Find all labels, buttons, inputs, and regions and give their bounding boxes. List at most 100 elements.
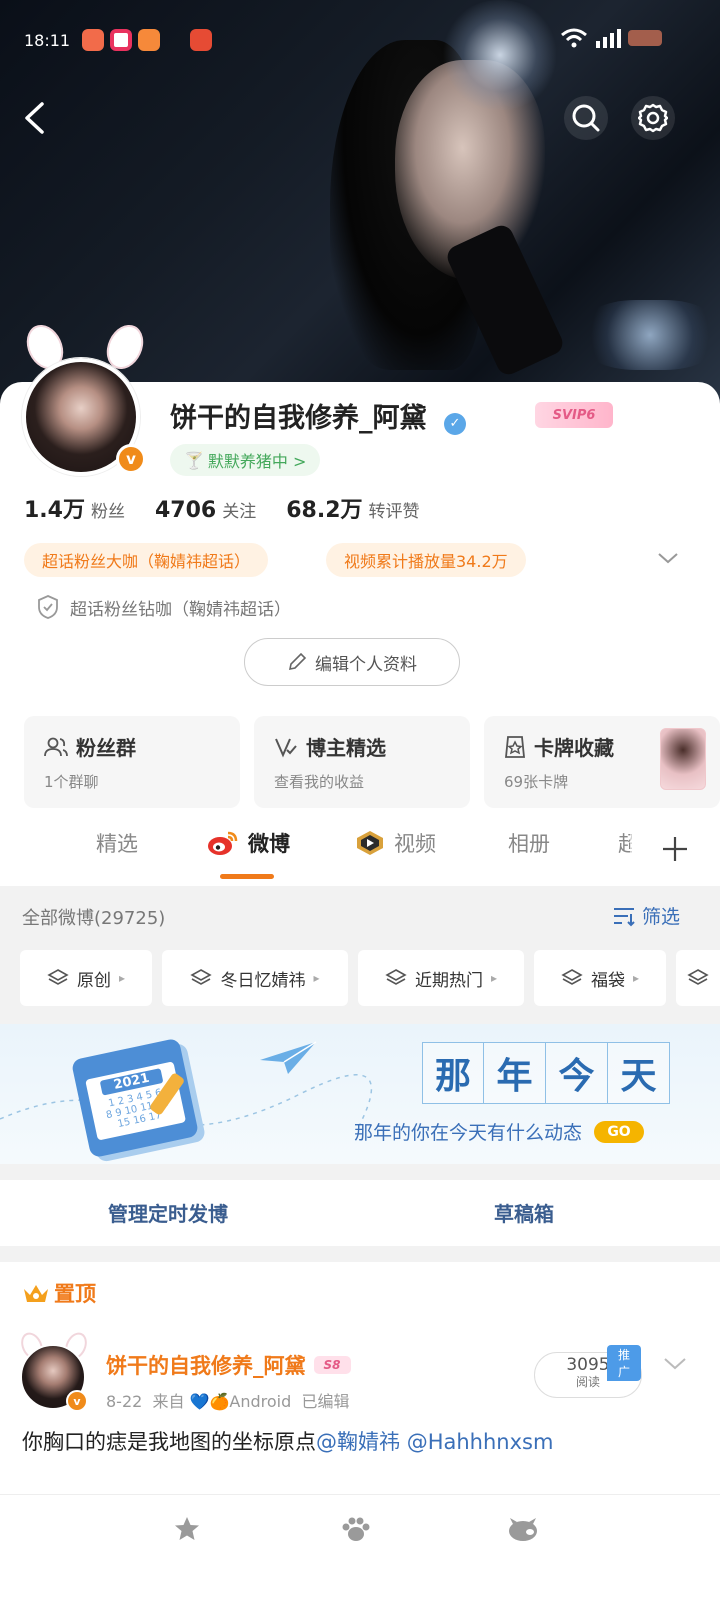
stat-reposts[interactable]: 68.2万 转评赞 bbox=[286, 492, 419, 524]
wifi-icon bbox=[561, 28, 587, 48]
post-author-row: 饼干的自我修养_阿黛 S8 bbox=[106, 1350, 351, 1380]
caret-right-icon: ▸ bbox=[313, 971, 320, 985]
stat-value: 1.4万 bbox=[24, 498, 85, 523]
avatar[interactable]: v bbox=[19, 318, 152, 478]
stat-label: 粉丝 bbox=[90, 502, 125, 522]
title-char: 今 bbox=[546, 1042, 608, 1104]
chip-more[interactable] bbox=[676, 950, 720, 1006]
v-select-icon bbox=[275, 738, 297, 757]
add-tab-button[interactable] bbox=[630, 818, 720, 880]
on-this-day-title: 那 年 今 天 bbox=[422, 1042, 670, 1104]
weibo-logo-icon bbox=[208, 831, 238, 855]
go-button[interactable]: GO bbox=[594, 1120, 645, 1143]
pig-reaction-button[interactable] bbox=[506, 1516, 540, 1548]
honor-line[interactable]: 超话粉丝钻咖（鞠婧祎超话） bbox=[36, 594, 291, 620]
stat-value: 68.2万 bbox=[286, 498, 363, 523]
chip-lucky-bag[interactable]: 福袋 ▸ bbox=[534, 950, 666, 1006]
caret-right-icon: ▸ bbox=[490, 971, 498, 985]
mention-link[interactable]: @鞠婧祎 bbox=[316, 1430, 400, 1454]
layers-icon bbox=[561, 969, 583, 985]
status-tag-pill[interactable]: 🍸 默默养猪中 > bbox=[170, 444, 321, 476]
paw-reaction-button[interactable] bbox=[340, 1514, 372, 1548]
layers-icon bbox=[190, 969, 213, 985]
filter-label: 筛选 bbox=[642, 906, 681, 928]
card-thumbnail bbox=[660, 728, 706, 790]
stat-label: 关注 bbox=[222, 502, 257, 522]
tile-blogger-select[interactable]: 博主精选 查看我的收益 bbox=[254, 716, 470, 808]
on-this-day-banner[interactable]: 2021 1 2 3 4 5 68 9 10 11 12 15 16 17 那 年… bbox=[0, 1024, 720, 1164]
tab-album[interactable]: 相册 bbox=[508, 828, 550, 858]
expand-honors-button[interactable] bbox=[656, 550, 680, 570]
plus-icon bbox=[663, 837, 687, 861]
post-text: 你胸口的痣是我地图的坐标原点@鞠婧祎 @Hahhhnxsm bbox=[22, 1426, 553, 1456]
chip-topic[interactable]: 冬日忆婧祎 ▸ bbox=[162, 950, 348, 1006]
verified-orange-icon: v bbox=[66, 1390, 88, 1412]
pig-icon bbox=[509, 1518, 537, 1541]
post-author[interactable]: 饼干的自我修养_阿黛 bbox=[106, 1350, 306, 1380]
post-text-plain: 你胸口的痣是我地图的坐标原点 bbox=[22, 1430, 316, 1454]
honor-line-text: 超话粉丝钻咖（鞠婧祎超话） bbox=[70, 599, 291, 620]
pencil-icon bbox=[288, 652, 307, 671]
tab-video[interactable]: 视频 bbox=[354, 828, 436, 858]
post-more-button[interactable] bbox=[662, 1356, 688, 1376]
svip-badge[interactable]: SVIP6 bbox=[535, 402, 613, 428]
active-tab-indicator bbox=[220, 874, 274, 879]
drafts-link[interactable]: 草稿箱 bbox=[494, 1198, 554, 1227]
layers-icon bbox=[385, 969, 407, 985]
stat-following[interactable]: 4706 关注 bbox=[155, 497, 256, 523]
chip-original[interactable]: 原创 ▸ bbox=[20, 950, 152, 1006]
edit-profile-button[interactable]: 编辑个人资料 bbox=[244, 638, 460, 686]
paw-icon bbox=[342, 1517, 370, 1541]
on-this-day-subtitle-row: 那年的你在今天有什么动态 GO bbox=[354, 1118, 645, 1145]
tab-label: 视频 bbox=[394, 832, 436, 856]
filter-button[interactable]: 筛选 bbox=[612, 902, 680, 929]
chip-recent-hot[interactable]: 近期热门 ▸ bbox=[358, 950, 524, 1006]
tile-card-collection[interactable]: 卡牌收藏 69张卡牌 bbox=[484, 716, 720, 808]
mention-link[interactable]: @Hahhhnxsm bbox=[407, 1430, 554, 1454]
shield-icon bbox=[38, 595, 58, 619]
bottom-action-bar bbox=[0, 1494, 720, 1604]
honor-pill[interactable]: 视频累计播放量34.2万 bbox=[326, 543, 526, 577]
search-icon bbox=[572, 104, 600, 132]
back-button[interactable] bbox=[12, 96, 56, 140]
chevron-down-icon bbox=[658, 553, 678, 564]
status-time: 18:11 bbox=[24, 30, 71, 50]
group-icon bbox=[44, 737, 68, 756]
tile-title: 博主精选 bbox=[306, 736, 386, 760]
chip-label: 原创 bbox=[76, 970, 111, 991]
tile-fan-group[interactable]: 粉丝群 1个群聊 bbox=[24, 716, 240, 808]
star-reaction-button[interactable] bbox=[172, 1514, 202, 1548]
card-icon bbox=[505, 735, 525, 758]
caret-right-icon: ▸ bbox=[118, 971, 126, 985]
filter-icon bbox=[614, 907, 635, 926]
stat-fans[interactable]: 1.4万 粉丝 bbox=[24, 492, 125, 524]
tab-weibo[interactable]: 微博 bbox=[206, 828, 290, 858]
title-char: 那 bbox=[422, 1042, 484, 1104]
tab-featured[interactable]: 精选 bbox=[96, 828, 138, 858]
back-arrow-icon bbox=[25, 102, 44, 134]
post-avatar[interactable]: v bbox=[17, 1329, 91, 1412]
cup-icon: 🍸 bbox=[184, 450, 204, 470]
crown-icon bbox=[24, 1285, 48, 1302]
tile-subtitle: 1个群聊 bbox=[44, 773, 99, 791]
verified-orange-icon: v bbox=[116, 444, 146, 474]
edit-profile-label: 编辑个人资料 bbox=[315, 654, 417, 675]
chip-label: 福袋 bbox=[590, 970, 625, 991]
verified-blue-icon: ✓ bbox=[443, 412, 466, 435]
status-tag-text: 默默养猪中 > bbox=[207, 452, 307, 471]
read-count-button[interactable]: 3095 阅读 推广 bbox=[534, 1345, 642, 1398]
paper-plane-icon bbox=[260, 1041, 317, 1074]
caret-right-icon: ▸ bbox=[632, 971, 640, 985]
search-button[interactable] bbox=[564, 96, 608, 140]
settings-button[interactable] bbox=[631, 96, 675, 140]
app-notify-icon bbox=[190, 29, 213, 51]
honor-pill[interactable]: 超话粉丝大咖（鞠婧祎超话） bbox=[24, 543, 269, 577]
profile-name: 饼干的自我修养_阿黛 ✓ bbox=[170, 396, 466, 435]
scheduled-posts-link[interactable]: 管理定时发博 bbox=[108, 1198, 228, 1227]
status-bar: 18:11 bbox=[24, 22, 213, 58]
stats-row: 1.4万 粉丝 4706 关注 68.2万 转评赞 bbox=[24, 492, 420, 524]
post-count-label: 全部微博(29725) bbox=[22, 908, 166, 929]
app-notify-icon bbox=[82, 29, 105, 51]
signal-icon bbox=[596, 29, 621, 48]
on-this-day-subtitle: 那年的你在今天有什么动态 bbox=[354, 1122, 583, 1144]
